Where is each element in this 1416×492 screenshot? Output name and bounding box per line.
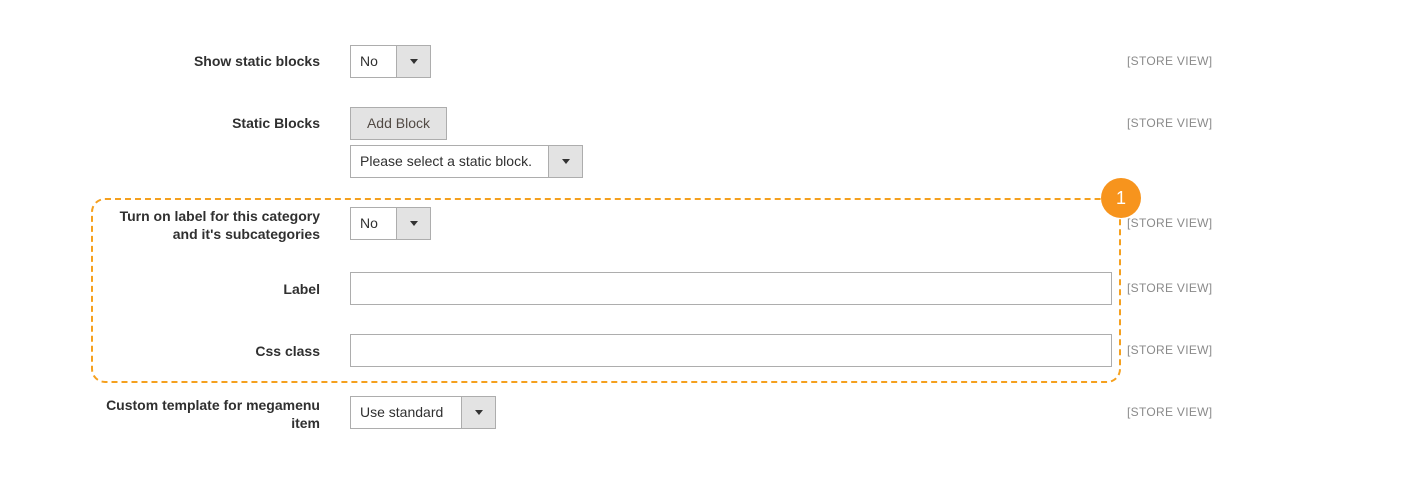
chevron-down-icon bbox=[548, 146, 582, 177]
custom-template-scope: [STORE VIEW] bbox=[1127, 405, 1213, 419]
custom-template-value: Use standard bbox=[360, 404, 444, 420]
chevron-down-icon bbox=[461, 397, 495, 428]
turn-on-label-scope: [STORE VIEW] bbox=[1127, 216, 1213, 230]
css-class-label: Css class bbox=[255, 343, 320, 359]
label-input[interactable] bbox=[350, 272, 1112, 305]
show-static-blocks-label: Show static blocks bbox=[193, 53, 320, 69]
turn-on-label-select[interactable]: No bbox=[350, 207, 431, 240]
custom-template-select[interactable]: Use standard bbox=[350, 396, 496, 429]
chevron-down-icon bbox=[396, 208, 430, 239]
show-static-blocks-value: No bbox=[360, 53, 378, 69]
css-class-scope: [STORE VIEW] bbox=[1127, 343, 1213, 357]
show-static-blocks-scope: [STORE VIEW] bbox=[1127, 54, 1213, 68]
css-class-input[interactable] bbox=[350, 334, 1112, 367]
chevron-down-icon bbox=[396, 46, 430, 77]
callout-number-badge: 1 bbox=[1101, 178, 1141, 218]
show-static-blocks-select[interactable]: No bbox=[350, 45, 431, 78]
custom-template-label-line2: item bbox=[291, 415, 320, 431]
custom-template-label: Custom template for megamenu item bbox=[106, 396, 320, 432]
static-block-select-value: Please select a static block. bbox=[360, 153, 532, 169]
label-field-label: Label bbox=[283, 281, 320, 297]
turn-on-label-label-line1: Turn on label for this category bbox=[119, 208, 320, 224]
turn-on-label-label-line2: and it's subcategories bbox=[172, 226, 320, 242]
turn-on-label-label: Turn on label for this category and it's… bbox=[120, 207, 320, 243]
category-settings-form: Show static blocks No [STORE VIEW] Stati… bbox=[0, 0, 1416, 492]
label-scope: [STORE VIEW] bbox=[1127, 281, 1213, 295]
static-block-select[interactable]: Please select a static block. bbox=[350, 145, 583, 178]
static-blocks-label: Static Blocks bbox=[232, 115, 320, 131]
custom-template-label-line1: Custom template for megamenu bbox=[106, 397, 320, 413]
turn-on-label-value: No bbox=[360, 215, 378, 231]
add-block-button[interactable]: Add Block bbox=[350, 107, 447, 140]
static-blocks-scope: [STORE VIEW] bbox=[1127, 116, 1213, 130]
